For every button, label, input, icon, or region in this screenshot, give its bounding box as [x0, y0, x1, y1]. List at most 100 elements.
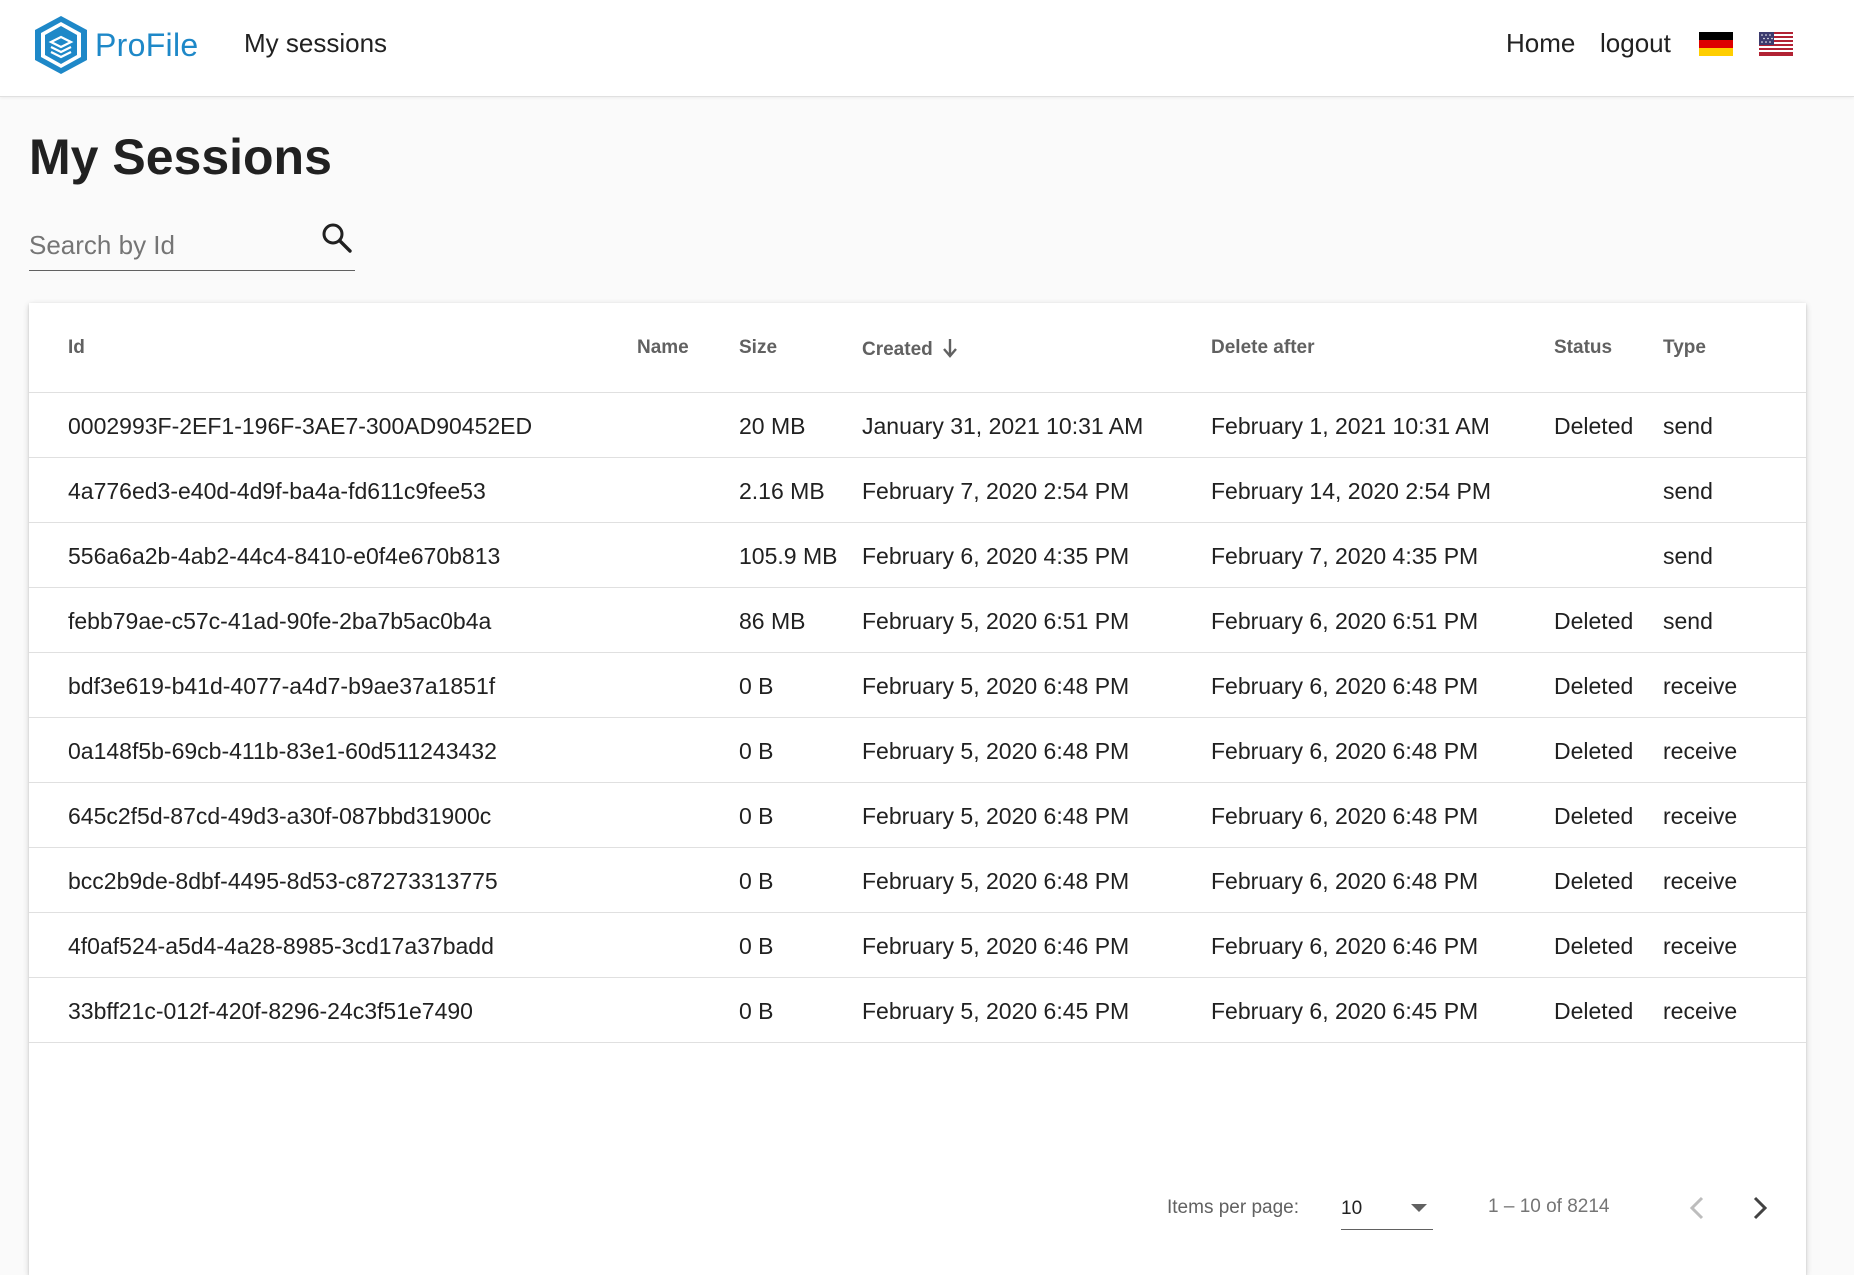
cell-id: febb79ae-c57c-41ad-90fe-2ba7b5ac0b4a: [68, 608, 492, 634]
items-per-page-value: 10: [1341, 1198, 1363, 1219]
german-flag-icon[interactable]: [1699, 32, 1733, 56]
sort-arrow-down-icon: [942, 339, 957, 358]
cell-type: receive: [1663, 998, 1738, 1024]
cell-created: February 5, 2020 6:51 PM: [862, 608, 1130, 634]
cell-type: send: [1663, 478, 1713, 504]
sessions-table: Id Name Size Created Delete after Status…: [29, 303, 1806, 1275]
cell-type: send: [1663, 543, 1713, 569]
column-header-created-label: Created: [862, 339, 933, 360]
cell-status: Deleted: [1554, 933, 1634, 959]
nav-home[interactable]: Home: [1506, 28, 1575, 59]
cell-size: 86 MB: [739, 608, 806, 634]
cell-created: February 5, 2020 6:48 PM: [862, 868, 1130, 894]
cell-status: Deleted: [1554, 413, 1634, 439]
cell-delete-after: February 1, 2021 10:31 AM: [1211, 413, 1490, 439]
column-header-type[interactable]: Type: [1663, 337, 1706, 359]
search-icon[interactable]: [319, 220, 355, 256]
column-header-created[interactable]: Created: [862, 337, 959, 361]
cell-created: January 31, 2021 10:31 AM: [862, 413, 1144, 439]
cell-type: receive: [1663, 803, 1738, 829]
cell-delete-after: February 6, 2020 6:48 PM: [1211, 803, 1479, 829]
cell-status: Deleted: [1554, 803, 1634, 829]
cell-id: 645c2f5d-87cd-49d3-a30f-087bbd31900c: [68, 803, 492, 829]
cell-status: Deleted: [1554, 868, 1634, 894]
cell-id: 0002993F-2EF1-196F-3AE7-300AD90452ED: [68, 413, 533, 439]
cell-status: Deleted: [1554, 608, 1634, 634]
column-header-size[interactable]: Size: [739, 337, 777, 359]
cell-type: receive: [1663, 933, 1738, 959]
cell-size: 20 MB: [739, 413, 806, 439]
dropdown-caret-icon: [1411, 1204, 1427, 1212]
cell-delete-after: February 6, 2020 6:48 PM: [1211, 738, 1479, 764]
cell-size: 105.9 MB: [739, 543, 838, 569]
cell-created: February 5, 2020 6:48 PM: [862, 673, 1130, 699]
cell-created: February 5, 2020 6:46 PM: [862, 933, 1130, 959]
page-range-label: 1 – 10 of 8214: [1488, 1196, 1610, 1217]
items-per-page-select[interactable]: 10: [1341, 1190, 1433, 1230]
chevron-left-icon: [1689, 1196, 1704, 1220]
cell-delete-after: February 6, 2020 6:45 PM: [1211, 998, 1479, 1024]
nav-logout[interactable]: logout: [1600, 28, 1671, 59]
cell-id: 0a148f5b-69cb-411b-83e1-60d511243432: [68, 738, 497, 764]
brand[interactable]: ProFile: [33, 14, 198, 76]
table-header-row: Id Name Size Created Delete after Status…: [29, 303, 1806, 393]
cell-size: 0 B: [739, 868, 774, 894]
cell-delete-after: February 6, 2020 6:46 PM: [1211, 933, 1479, 959]
cell-size: 0 B: [739, 738, 774, 764]
cell-created: February 7, 2020 2:54 PM: [862, 478, 1130, 504]
column-header-delete-after[interactable]: Delete after: [1211, 337, 1315, 359]
cell-size: 2.16 MB: [739, 478, 825, 504]
brand-name: ProFile: [95, 26, 199, 63]
cell-size: 0 B: [739, 933, 774, 959]
cell-delete-after: February 6, 2020 6:48 PM: [1211, 673, 1479, 699]
cell-created: February 6, 2020 4:35 PM: [862, 543, 1130, 569]
cell-size: 0 B: [739, 673, 774, 699]
table-row[interactable]: febb79ae-c57c-41ad-90fe-2ba7b5ac0b4a 86 M…: [29, 588, 1806, 653]
cell-status: Deleted: [1554, 998, 1634, 1024]
cell-id: 556a6a2b-4ab2-44c4-8410-e0f4e670b813: [68, 543, 501, 569]
next-page-button[interactable]: [1740, 1188, 1780, 1228]
column-header-id[interactable]: Id: [68, 337, 85, 359]
column-header-name[interactable]: Name: [637, 337, 689, 359]
us-flag-icon[interactable]: [1759, 32, 1793, 56]
cell-delete-after: February 14, 2020 2:54 PM: [1211, 478, 1491, 504]
cell-size: 0 B: [739, 998, 774, 1024]
cell-delete-after: February 6, 2020 6:48 PM: [1211, 868, 1479, 894]
top-app-bar: ProFile My sessions Home logout: [0, 0, 1854, 97]
profile-logo-icon: [35, 16, 87, 74]
cell-id: 4f0af524-a5d4-4a28-8985-3cd17a37badd: [68, 933, 494, 959]
cell-status: Deleted: [1554, 738, 1634, 764]
cell-created: February 5, 2020 6:48 PM: [862, 803, 1130, 829]
previous-page-button[interactable]: [1677, 1188, 1717, 1228]
cell-created: February 5, 2020 6:48 PM: [862, 738, 1130, 764]
table-row[interactable]: 0a148f5b-69cb-411b-83e1-60d511243432 0 B F…: [29, 718, 1806, 783]
cell-type: receive: [1663, 738, 1738, 764]
table-row[interactable]: 33bff21c-012f-420f-8296-24c3f51e7490 0 B F…: [29, 978, 1806, 1043]
cell-id: 4a776ed3-e40d-4d9f-ba4a-fd611c9fee53: [68, 478, 486, 504]
cell-type: send: [1663, 608, 1713, 634]
cell-type: receive: [1663, 868, 1738, 894]
table-row[interactable]: 0002993F-2EF1-196F-3AE7-300AD90452ED 20 M…: [29, 393, 1806, 458]
search-field: [29, 214, 355, 271]
cell-id: bdf3e619-b41d-4077-a4d7-b9ae37a1851f: [68, 673, 496, 699]
table-row[interactable]: 4f0af524-a5d4-4a28-8985-3cd17a37badd 0 B F…: [29, 913, 1806, 978]
items-per-page-label: Items per page:: [1167, 1197, 1300, 1218]
cell-type: send: [1663, 413, 1713, 439]
chevron-right-icon: [1753, 1196, 1768, 1220]
table-row[interactable]: 4a776ed3-e40d-4d9f-ba4a-fd611c9fee53 2.16…: [29, 458, 1806, 523]
cell-created: February 5, 2020 6:45 PM: [862, 998, 1130, 1024]
cell-size: 0 B: [739, 803, 774, 829]
cell-id: bcc2b9de-8dbf-4495-8d53-c87273313775: [68, 868, 498, 894]
column-header-status[interactable]: Status: [1554, 337, 1612, 359]
cell-type: receive: [1663, 673, 1738, 699]
search-input[interactable]: [29, 228, 309, 262]
table-row[interactable]: 556a6a2b-4ab2-44c4-8410-e0f4e670b813 105.…: [29, 523, 1806, 588]
table-row[interactable]: 645c2f5d-87cd-49d3-a30f-087bbd31900c 0 B F…: [29, 783, 1806, 848]
cell-id: 33bff21c-012f-420f-8296-24c3f51e7490: [68, 998, 473, 1024]
nav-my-sessions[interactable]: My sessions: [244, 28, 387, 59]
cell-delete-after: February 6, 2020 6:51 PM: [1211, 608, 1479, 634]
table-row[interactable]: bdf3e619-b41d-4077-a4d7-b9ae37a1851f 0 B F…: [29, 653, 1806, 718]
table-row[interactable]: bcc2b9de-8dbf-4495-8d53-c87273313775 0 B F…: [29, 848, 1806, 913]
cell-delete-after: February 7, 2020 4:35 PM: [1211, 543, 1479, 569]
page-title: My Sessions: [29, 129, 332, 185]
